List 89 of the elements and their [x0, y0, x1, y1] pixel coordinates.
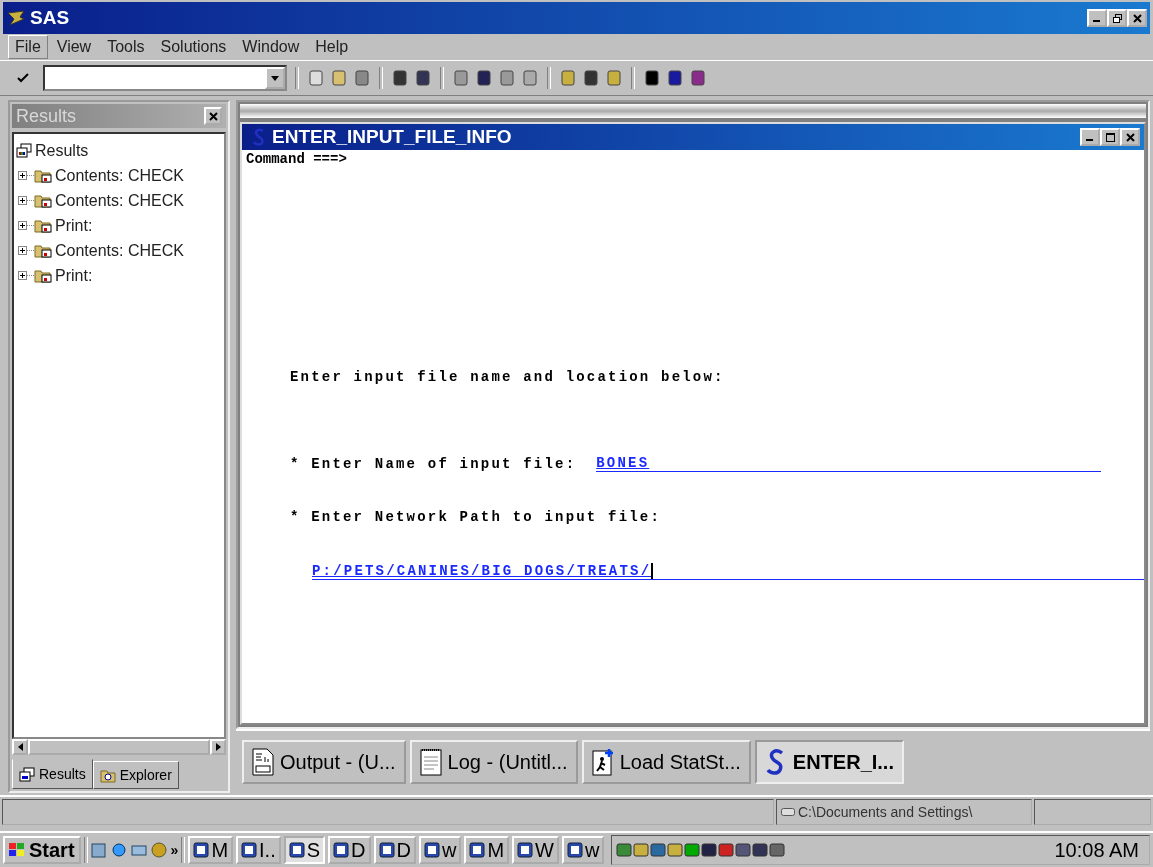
menu-item[interactable]: Solutions — [153, 35, 234, 59]
windows-logo-icon — [9, 843, 25, 857]
taskbar-button[interactable]: D — [373, 836, 416, 864]
checkmark-icon — [17, 73, 29, 83]
tray-icon[interactable] — [735, 842, 752, 858]
input-field[interactable]: P:/PETS/CANINES/BIG DOGS/TREATS/ — [312, 563, 1144, 580]
window-tab[interactable]: Output - (U... — [242, 740, 406, 784]
results-icon — [19, 766, 35, 782]
maximize-button[interactable] — [1100, 128, 1120, 146]
menu-item[interactable]: Window — [235, 35, 307, 59]
app-icon — [288, 842, 305, 858]
menu-item[interactable]: File — [8, 35, 48, 59]
status-path: C:\Documents and Settings\ — [776, 799, 1032, 825]
command-prompt: Command ===> — [246, 151, 348, 167]
minimize-button[interactable] — [1080, 128, 1100, 146]
taskbar-button[interactable]: M — [188, 836, 234, 864]
clock: 10:08 AM — [1054, 838, 1140, 862]
menu-item[interactable]: View — [49, 35, 99, 59]
expand-icon[interactable] — [18, 246, 27, 255]
results-icon — [16, 143, 32, 158]
tray-icon[interactable] — [752, 842, 769, 858]
taskbar-button[interactable]: M — [464, 836, 510, 864]
tray-icon[interactable] — [633, 842, 650, 858]
window-tab[interactable]: Load StatSt... — [581, 740, 751, 784]
tree-item[interactable]: Contents: CHECK — [55, 166, 184, 185]
expand-icon[interactable] — [18, 171, 27, 180]
more-button[interactable]: » — [170, 842, 179, 858]
sas-logo-icon — [252, 128, 266, 146]
panel-title: Results — [16, 105, 78, 127]
left-arrow-icon — [17, 743, 23, 751]
window-tab[interactable]: ENTER_I... — [754, 740, 904, 784]
right-arrow-icon — [215, 743, 221, 751]
app-icon — [333, 842, 350, 858]
tray-icon[interactable] — [616, 842, 633, 858]
tray-icon[interactable] — [667, 842, 684, 858]
tree-item[interactable]: Print: — [55, 266, 93, 285]
close-button[interactable] — [1127, 9, 1147, 27]
tray-icon[interactable] — [650, 842, 667, 858]
app-icon — [517, 842, 534, 858]
app-icon — [378, 842, 395, 858]
tray-icon[interactable] — [769, 842, 786, 858]
tray-icon[interactable] — [718, 842, 735, 858]
tree-item[interactable]: Results — [35, 141, 89, 160]
input-field[interactable]: BONES — [596, 455, 1102, 472]
panel-tab[interactable]: Explorer — [92, 761, 179, 789]
dropdown-arrow-icon — [271, 75, 279, 81]
app-icon — [193, 842, 210, 858]
form-heading: Enter input file name and location below: — [290, 369, 726, 385]
taskbar-button[interactable]: S — [283, 836, 326, 864]
app-icon — [241, 842, 258, 858]
drive-icon — [781, 808, 795, 816]
minimize-button[interactable] — [1087, 9, 1107, 27]
window-tab[interactable]: Log - (Untitl... — [409, 740, 578, 784]
taskbar-button[interactable]: w — [418, 836, 462, 864]
taskbar-button[interactable]: W — [512, 836, 559, 864]
field-label: * Enter Name of input file: — [290, 456, 577, 472]
field-label: * Enter Network Path to input file: — [290, 509, 663, 525]
restore-button[interactable] — [1107, 9, 1127, 27]
tree-item[interactable]: Print: — [55, 216, 93, 235]
expand-icon[interactable] — [18, 221, 27, 230]
app-icon — [469, 842, 486, 858]
tree-item[interactable]: Contents: CHECK — [55, 241, 184, 260]
report-icon — [252, 748, 274, 776]
command-field[interactable] — [43, 65, 287, 91]
tray-icon[interactable] — [701, 842, 718, 858]
app-icon — [567, 842, 583, 858]
tray-icon[interactable] — [684, 842, 701, 858]
close-button[interactable] — [1120, 128, 1140, 146]
taskbar-button[interactable]: w — [562, 836, 605, 864]
close-icon — [1132, 13, 1142, 23]
restore-icon — [1112, 13, 1122, 23]
menu-item[interactable]: Help — [308, 35, 356, 59]
taskbar-button[interactable]: D — [328, 836, 371, 864]
editor-title: ENTER_INPUT_FILE_INFO — [272, 126, 512, 148]
close-icon — [208, 111, 218, 121]
close-icon — [1125, 132, 1135, 142]
start-button[interactable]: Start — [3, 836, 81, 864]
app-icon — [423, 842, 440, 858]
expand-icon[interactable] — [18, 271, 27, 280]
expand-icon[interactable] — [18, 196, 27, 205]
maximize-icon — [1105, 132, 1115, 142]
panel-tab[interactable]: Results — [12, 759, 93, 789]
window-title: SAS — [30, 7, 71, 29]
tree-item[interactable]: Contents: CHECK — [55, 191, 184, 210]
taskbar-button[interactable]: I.. — [236, 836, 281, 864]
menu-item[interactable]: Tools — [100, 35, 152, 59]
app-icon — [6, 9, 26, 27]
close-button[interactable] — [204, 107, 222, 125]
horizontal-scrollbar[interactable] — [12, 739, 226, 755]
